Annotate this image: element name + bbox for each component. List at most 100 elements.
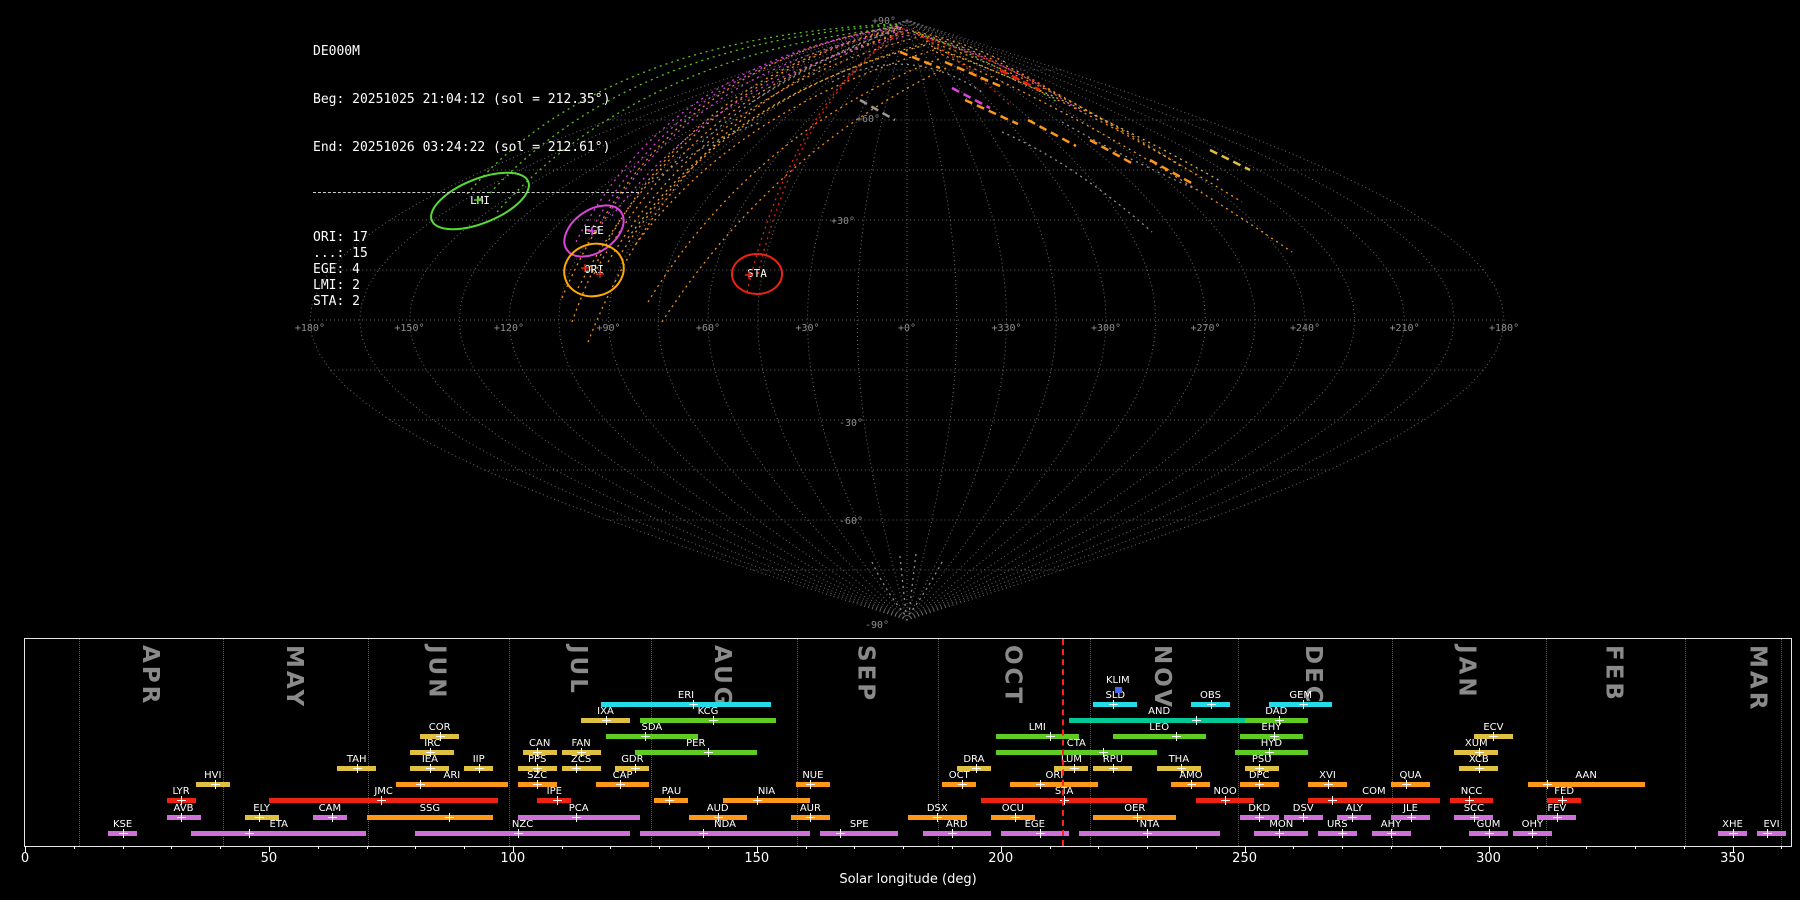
month-label: AUG	[709, 645, 736, 709]
shower-label: LMI	[1028, 722, 1046, 734]
axis-minor-tick	[1537, 846, 1539, 849]
peak-marker	[1762, 828, 1772, 838]
shower-label: CTA	[1066, 738, 1086, 750]
axis-minor-tick	[1439, 846, 1441, 849]
peak-marker	[211, 780, 221, 790]
map-gridline	[906, 19, 1008, 621]
peak-marker	[1108, 700, 1118, 709]
peak-marker	[533, 780, 543, 790]
axis-minor-tick	[1634, 846, 1636, 849]
peak-marker	[572, 812, 582, 822]
month-label: JAN	[1453, 645, 1480, 700]
meteor-trail	[593, 31, 913, 275]
peak-marker	[425, 764, 435, 774]
meteor-trail	[651, 121, 763, 183]
peak-marker	[352, 764, 362, 774]
peak-marker	[1489, 732, 1499, 742]
map-lat-label: +90°	[872, 16, 896, 27]
peak-marker	[1069, 764, 1079, 774]
shower-bar	[639, 830, 811, 836]
axis-minor-tick	[659, 846, 661, 849]
peak-marker	[704, 748, 713, 758]
month-separator	[78, 639, 80, 846]
shower-count: LMI: 2	[313, 278, 360, 293]
peak-marker	[1274, 828, 1284, 838]
peak-marker	[972, 764, 982, 774]
map-lat-label: +30°	[831, 216, 855, 227]
map-lon-label: +300°	[1091, 323, 1121, 334]
map-lon-label: +0°	[898, 323, 916, 334]
peak-marker	[328, 812, 338, 822]
axis-tick-label: 250	[1232, 851, 1258, 866]
axis-minor-tick	[903, 846, 905, 849]
meteor-streak	[1149, 158, 1196, 187]
axis-minor-tick	[1683, 846, 1685, 849]
peak-marker	[416, 780, 426, 790]
map-lon-label: +60°	[696, 323, 720, 334]
peak-marker	[806, 812, 816, 822]
peak-marker	[552, 796, 562, 806]
shower-label: AAN	[1575, 770, 1597, 782]
station-id: DE000M	[313, 44, 360, 59]
peak-marker	[957, 780, 967, 790]
peak-marker	[1206, 700, 1216, 709]
axis-minor-tick	[220, 846, 222, 849]
axis-tick-label: 0	[20, 851, 30, 866]
month-label: JUL	[565, 645, 592, 696]
peak-marker	[665, 796, 674, 806]
map-lon-label: +30°	[795, 323, 819, 334]
shower-label: PER	[686, 738, 706, 750]
axis-minor-tick	[1586, 846, 1588, 849]
meteor-streak	[944, 60, 1001, 88]
axis-minor-tick	[854, 846, 856, 849]
peak-marker	[1255, 812, 1265, 822]
shower-counts: ORI: 17...: 15 EGE: 4 LMI: 2 STA: 2	[313, 230, 639, 310]
axis-minor-tick	[561, 846, 563, 849]
shower-label: COM	[1362, 786, 1386, 798]
month-label: OCT	[999, 645, 1026, 707]
observation-info: DE000M Beg: 20251025 21:04:12 (sol = 212…	[313, 12, 639, 342]
peak-marker	[1328, 796, 1338, 806]
shower-label: NDA	[714, 818, 737, 830]
month-separator	[1090, 639, 1091, 846]
meteor-monitor-app: LMI EGE ORI STA +180° +150° +120° +90° +60° +30° +…	[0, 0, 1800, 900]
meteor-trail	[621, 42, 928, 253]
meteor-trail	[1001, 131, 1153, 233]
axis-minor-tick	[317, 846, 319, 849]
meteor-trail	[627, 43, 931, 239]
shower-label: ETA	[269, 818, 288, 830]
peak-marker	[1035, 828, 1045, 838]
shower-count: ...: 15	[313, 246, 368, 261]
axis-minor-tick	[1391, 846, 1392, 849]
peak-marker	[1035, 780, 1045, 790]
shower-bar	[600, 702, 772, 707]
peak-marker	[1528, 828, 1538, 838]
meteor-trail	[661, 66, 949, 323]
shower-bar	[722, 798, 811, 804]
shower-count: EGE: 4	[313, 262, 360, 277]
peak-marker	[572, 764, 582, 774]
map-gridline	[906, 19, 1256, 621]
x-axis-title: Solar longitude (deg)	[839, 872, 977, 887]
axis-minor-tick	[415, 846, 417, 849]
month-separator	[651, 639, 653, 846]
shower-label: SPE	[849, 818, 869, 830]
month-separator	[1237, 639, 1239, 846]
peak-marker	[118, 828, 128, 838]
axis-minor-tick	[171, 846, 173, 849]
peak-marker	[1338, 828, 1348, 838]
peak-marker	[1347, 812, 1357, 822]
peak-marker	[640, 732, 650, 742]
peak-marker	[806, 780, 816, 790]
axis-minor-tick	[1781, 846, 1783, 849]
peak-marker	[1187, 780, 1196, 790]
axis-minor-tick	[1147, 846, 1148, 849]
peak-marker	[601, 716, 611, 726]
axis-tick-label: 350	[1720, 851, 1745, 866]
map-lon-label: +210°	[1389, 323, 1419, 334]
shower-label: ORI	[1045, 770, 1064, 782]
peak-marker	[933, 812, 943, 822]
peak-marker	[1406, 812, 1416, 822]
meteor-trail	[925, 40, 1183, 168]
peak-marker	[1323, 780, 1333, 790]
